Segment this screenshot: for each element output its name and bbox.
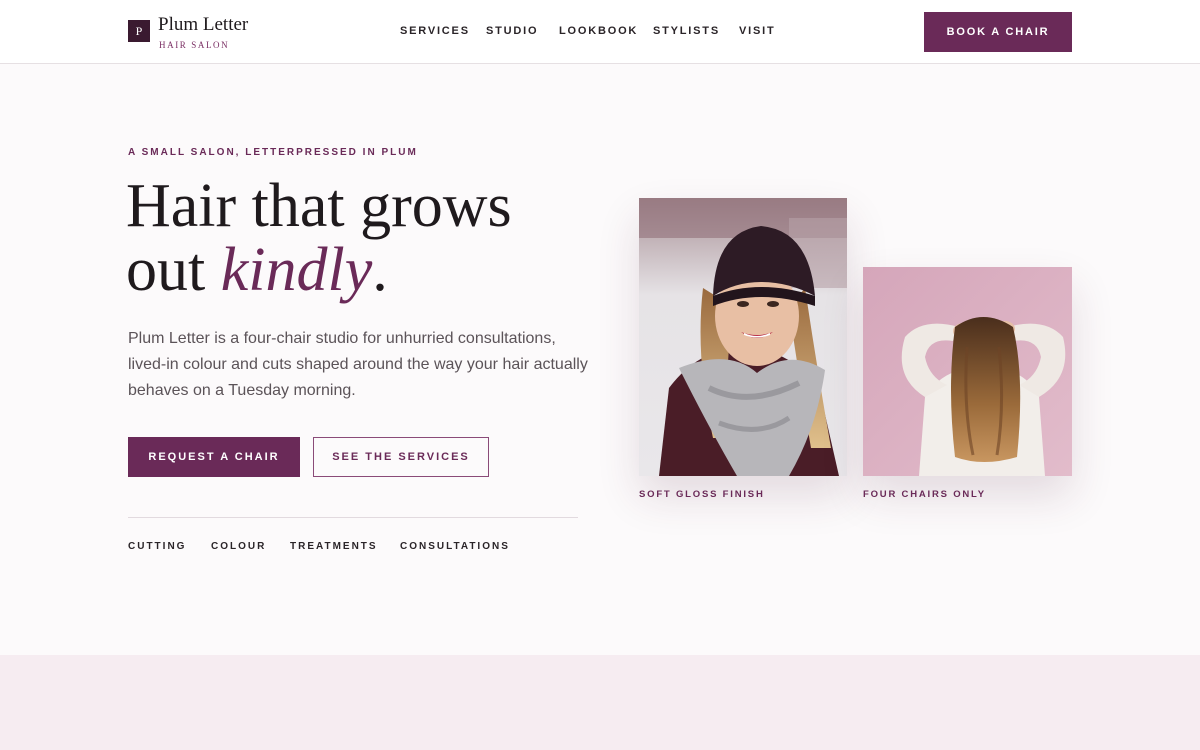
- brand-name[interactable]: Plum Letter: [158, 14, 248, 36]
- tag-colour: COLOUR: [211, 541, 267, 552]
- hero-divider: [128, 517, 578, 518]
- hero-lede: Plum Letter is a four-chair studio for u…: [128, 330, 588, 399]
- nav-studio[interactable]: STUDIO: [486, 25, 538, 37]
- book-a-chair-button[interactable]: BOOK A CHAIR: [924, 12, 1072, 52]
- hero-headline: Hair that grows out kindly.: [126, 174, 596, 302]
- site-header: P Plum Letter HAIR SALON SERVICES STUDIO…: [0, 0, 1200, 64]
- nav-services[interactable]: SERVICES: [400, 25, 470, 37]
- photo-soft-gloss: [639, 198, 847, 476]
- photo-four-chairs: [863, 267, 1072, 476]
- hero-eyebrow: A SMALL SALON, LETTERPRESSED IN PLUM: [128, 147, 418, 158]
- request-a-chair-button[interactable]: REQUEST A CHAIR: [128, 437, 300, 477]
- portrait-illustration: [639, 198, 847, 476]
- nav-visit[interactable]: VISIT: [739, 25, 776, 37]
- nav-stylists[interactable]: STYLISTS: [653, 25, 720, 37]
- headline-pre: out: [126, 236, 221, 304]
- see-the-services-button[interactable]: SEE THE SERVICES: [313, 437, 489, 477]
- headline-emphasis: kindly: [220, 236, 373, 304]
- photo-caption-1: SOFT GLOSS FINISH: [639, 489, 765, 500]
- headline-post: .: [372, 236, 388, 304]
- nav-lookbook[interactable]: LOOKBOOK: [559, 25, 638, 37]
- tag-treatments: TREATMENTS: [290, 541, 378, 552]
- headline-line-1: Hair that grows: [126, 172, 512, 240]
- next-section-band: [0, 655, 1200, 750]
- tag-consultations: CONSULTATIONS: [400, 541, 510, 552]
- logo-mark[interactable]: P: [128, 20, 150, 42]
- photo-caption-2: FOUR CHAIRS ONLY: [863, 489, 986, 500]
- back-view-illustration: [863, 267, 1072, 476]
- brand-subtitle: HAIR SALON: [159, 40, 230, 50]
- tag-cutting: CUTTING: [128, 541, 187, 552]
